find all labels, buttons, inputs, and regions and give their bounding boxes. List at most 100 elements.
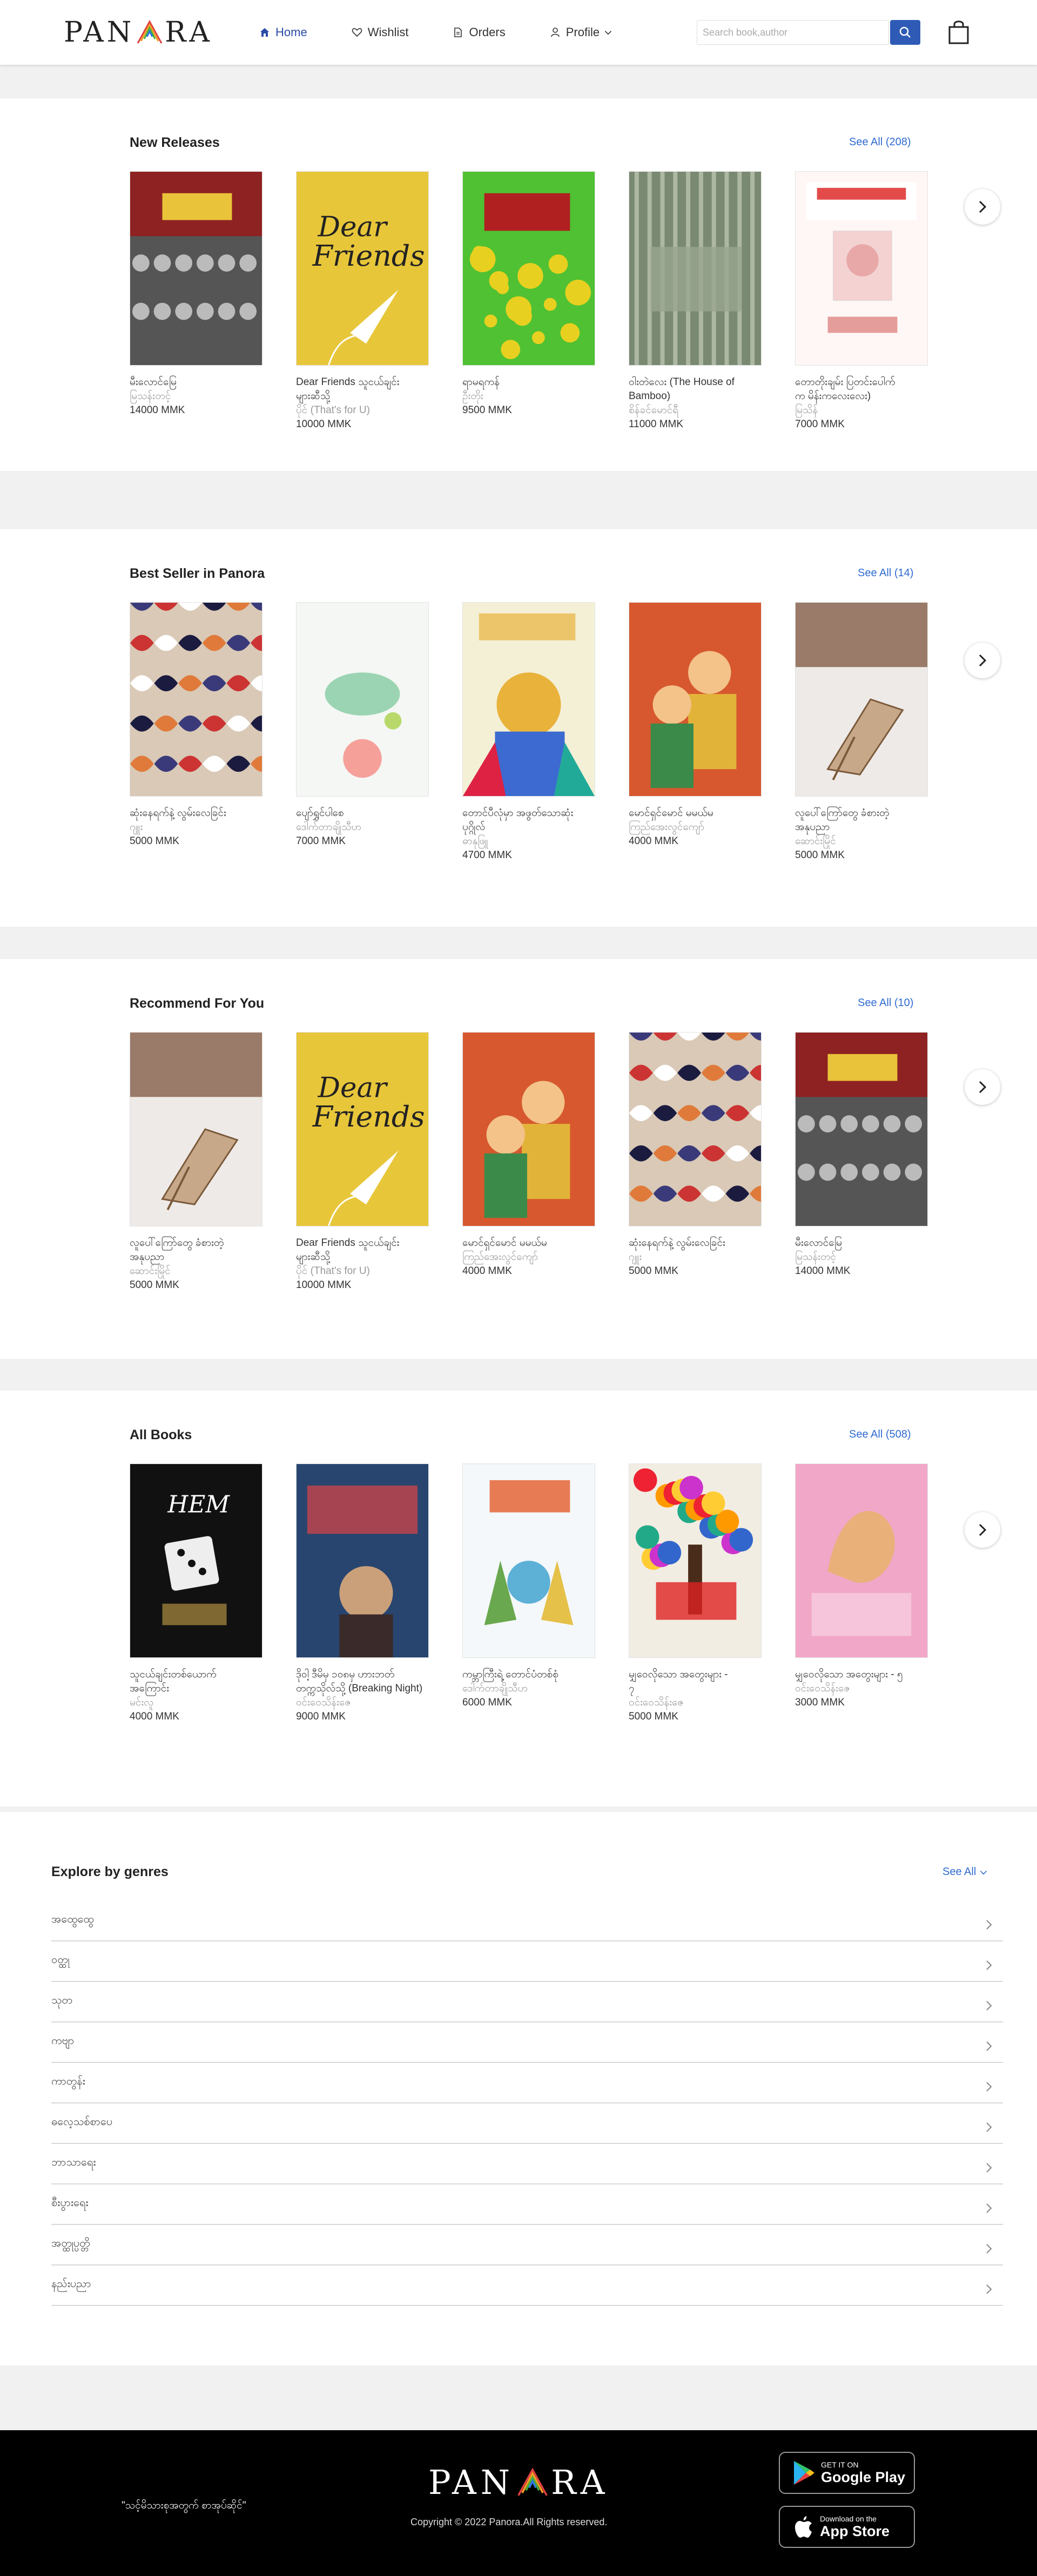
nav-wishlist[interactable]: Wishlist xyxy=(352,23,408,42)
search-input[interactable] xyxy=(697,21,888,44)
book-card[interactable]: မီးလောင်မြေ မြသန်းတင့် 14000 MMK xyxy=(130,171,262,431)
book-card[interactable]: Dear Friends Dear Friends သူငယ်ချင်း များဆ… xyxy=(296,171,429,431)
book-cover-image[interactable] xyxy=(795,1032,928,1226)
carousel-next-button[interactable] xyxy=(965,189,1000,225)
book-section: New Releases See All (208) မီးလောင်မြေ မ… xyxy=(0,98,1037,471)
genre-row[interactable]: ဘာသာရေး xyxy=(51,2144,1003,2184)
genre-row[interactable]: အတ္ထုပ္ပတ္တိ xyxy=(51,2225,1003,2265)
book-card[interactable]: ဆုံးနေရက်နဲ့ လွမ်းလေခြင်း ဂျူး 5000 MMK xyxy=(629,1032,762,1292)
book-title[interactable]: လူပေါ်ကြော်တွေ ခံစားတဲ့ အနုပညာ xyxy=(795,806,928,834)
book-card[interactable]: မျှဝေလိုသော အတွေးများ - ၇ ဝင်းဝေသိန်းဇေ 5… xyxy=(629,1464,762,1724)
nav-profile[interactable]: Profile xyxy=(550,23,612,42)
book-card[interactable]: ဝါးတဲလေး (The House of Bamboo) စိန်ခင်မော… xyxy=(629,171,762,431)
book-price: 10000 MMK xyxy=(296,419,352,430)
genre-row[interactable]: ဝတ္ထု xyxy=(51,1941,1003,1982)
book-card[interactable]: လူပေါ်ကြော်တွေ ခံစားတဲ့ အနုပညာ ဆောင်းမြို… xyxy=(795,602,928,862)
book-card[interactable]: ဒိုဝါ့ ဒီမိမှ ၁၀၈မှ ဟားဘတ် တက္ကသိုလ်သို့ … xyxy=(296,1464,429,1724)
genre-label: ဓလေ့သစ်စာပေ xyxy=(51,2116,113,2128)
see-all-link[interactable]: See All (508) xyxy=(849,1428,911,1441)
book-card[interactable]: မောင်ရှင်မောင် မမယ်မ ကြည်အေးလွင်ကျော် 40… xyxy=(462,1032,595,1292)
book-cover-image[interactable] xyxy=(462,171,595,366)
genre-row[interactable]: ကဗျာ xyxy=(51,2022,1003,2063)
book-cover-image[interactable] xyxy=(130,1032,262,1226)
book-title[interactable]: ဆုံးနေရက်နဲ့ လွမ်းလေခြင်း xyxy=(130,806,262,820)
book-title[interactable]: Dear Friends သူငယ်ချင်း များဆီသို့ xyxy=(296,1236,429,1264)
book-title[interactable]: မျှဝေလိုသော အတွေးများ - ၇ xyxy=(629,1668,762,1696)
book-title[interactable]: ရာမရကန် xyxy=(462,375,595,389)
book-cover-image[interactable] xyxy=(462,1464,595,1658)
book-title[interactable]: ပျော်ရွှင်ပါစေ xyxy=(296,806,429,820)
book-cover-image[interactable] xyxy=(296,1464,429,1658)
book-price: 5000 MMK xyxy=(629,1711,678,1722)
book-card[interactable]: ကမ္ဘာကြီးရဲ့ တောင်ပံတစ်စုံ ဒေါက်တာချိုသီ… xyxy=(462,1464,595,1724)
genre-row[interactable]: အထွေထွေ xyxy=(51,1901,1003,1941)
book-card[interactable]: ဆုံးနေရက်နဲ့ လွမ်းလေခြင်း ဂျူး 5000 MMK xyxy=(130,602,262,862)
book-cover-image[interactable] xyxy=(795,602,928,797)
book-card[interactable]: တောင်ပီလုံမှာ အဖွတ်သောဆုံး ပုဂ္ဂိုလ် ဓာနု… xyxy=(462,602,595,862)
book-card[interactable]: HEM သူငယ်ချင်းတစ်ယောက် အကြောင်း မင်းလူ 40… xyxy=(130,1464,262,1724)
book-title[interactable]: မောင်ရှင်မောင် မမယ်မ xyxy=(462,1236,595,1250)
book-title[interactable]: တောင်ပီလုံမှာ အဖွတ်သောဆုံး ပုဂ္ဂိုလ် xyxy=(462,806,595,834)
book-cover-image[interactable] xyxy=(296,602,429,797)
book-title[interactable]: ဒိုဝါ့ ဒီမိမှ ၁၀၈မှ ဟားဘတ် တက္ကသိုလ်သို့ … xyxy=(296,1668,429,1696)
book-title[interactable]: တောတိုးချမ်း ပြတင်းပေါက်က မိန်းကလေးလေး) xyxy=(795,375,928,403)
book-card[interactable]: ရာမရကန် ဦးတိုး 9500 MMK xyxy=(462,171,595,431)
book-title[interactable]: လူပေါ်ကြော်တွေ ခံစားတဲ့ အနုပညာ xyxy=(130,1236,262,1264)
book-title[interactable]: ဆုံးနေရက်နဲ့ လွမ်းလေခြင်း xyxy=(629,1236,762,1250)
book-cover-image[interactable] xyxy=(130,602,262,797)
book-title[interactable]: မီးလောင်မြေ xyxy=(795,1236,928,1250)
book-cover-image[interactable] xyxy=(462,602,595,797)
chevron-right-icon xyxy=(986,2082,992,2092)
book-title[interactable]: သူငယ်ချင်းတစ်ယောက် အကြောင်း xyxy=(130,1668,262,1696)
panora-logo[interactable]: PAN RA xyxy=(64,16,213,49)
genre-row[interactable]: သုတ xyxy=(51,1982,1003,2022)
book-card[interactable]: တောတိုးချမ်း ပြတင်းပေါက်က မိန်းကလေးလေး) … xyxy=(795,171,928,431)
genre-row[interactable]: ဓလေ့သစ်စာပေ xyxy=(51,2103,1003,2144)
app-store-button[interactable]: Download on the App Store xyxy=(779,2506,915,2548)
book-title[interactable]: မောင်ရှင်မောင် မမယ်မ xyxy=(629,806,762,820)
book-title[interactable]: မီးလောင်မြေ xyxy=(130,375,262,389)
carousel-next-button[interactable] xyxy=(965,1069,1000,1105)
carousel-next-button[interactable] xyxy=(965,1512,1000,1548)
book-title-line1: ကမ္ဘာကြီးရဲ့ တောင်ပံတစ်စုံ xyxy=(462,1669,558,1680)
genres-see-all-link[interactable]: See All xyxy=(942,1866,988,1878)
book-cover-image[interactable] xyxy=(629,1032,762,1226)
see-all-link[interactable]: See All (14) xyxy=(858,567,913,579)
book-cover-image[interactable]: Dear Friends xyxy=(296,1032,429,1226)
book-card[interactable]: မောင်ရှင်မောင် မမယ်မ ကြည်အေးလွင်ကျော် 40… xyxy=(629,602,762,862)
book-cover-image[interactable] xyxy=(629,171,762,366)
nav-home[interactable]: Home xyxy=(259,23,307,42)
book-title[interactable]: ဝါးတဲလေး (The House of Bamboo) xyxy=(629,375,762,403)
book-card[interactable]: လူပေါ်ကြော်တွေ ခံစားတဲ့ အနုပညာ ဆောင်းမြို… xyxy=(130,1032,262,1292)
book-card[interactable]: Dear Friends Dear Friends သူငယ်ချင်း များဆ… xyxy=(296,1032,429,1292)
book-price: 9500 MMK xyxy=(462,404,512,416)
book-cover-image[interactable] xyxy=(629,602,762,797)
book-cover-image[interactable] xyxy=(795,1464,928,1658)
book-cover-image[interactable]: Dear Friends xyxy=(296,171,429,366)
book-title[interactable]: Dear Friends သူငယ်ချင်း များဆီသို့ xyxy=(296,375,429,403)
google-play-button[interactable]: GET IT ON Google Play xyxy=(779,2452,915,2494)
book-price: 14000 MMK xyxy=(795,1265,851,1277)
carousel-next-button[interactable] xyxy=(965,643,1000,678)
book-title-line2: အနုပညာ xyxy=(130,1251,165,1263)
genre-row[interactable]: ကာတွန်း xyxy=(51,2063,1003,2103)
book-card[interactable]: ပျော်ရွှင်ပါစေ ဒေါက်တာချိုသီဟ 7000 MMK xyxy=(296,602,429,862)
search-button[interactable] xyxy=(890,20,920,45)
book-cover-image[interactable] xyxy=(629,1464,762,1658)
book-cover-image[interactable]: HEM xyxy=(130,1464,262,1658)
book-cover-image[interactable] xyxy=(462,1032,595,1226)
see-all-link[interactable]: See All (208) xyxy=(849,136,911,149)
genres-section: Explore by genres See All အထွေထွေ ဝတ္ထု … xyxy=(0,1812,1037,2365)
book-card[interactable]: မျှဝေလိုသော အတွေးများ - ၅ ဝင်းဝေသိန်းဇေ … xyxy=(795,1464,928,1724)
shopping-bag-icon[interactable] xyxy=(948,19,969,44)
search-icon xyxy=(899,26,911,38)
book-title[interactable]: ကမ္ဘာကြီးရဲ့ တောင်ပံတစ်စုံ xyxy=(462,1668,595,1682)
nav-orders[interactable]: Orders xyxy=(453,23,506,42)
genre-row[interactable]: နည်းပညာ xyxy=(51,2265,1003,2306)
book-title[interactable]: မျှဝေလိုသော အတွေးများ - ၅ xyxy=(795,1668,928,1682)
book-cover-image[interactable] xyxy=(130,171,262,366)
see-all-link[interactable]: See All (10) xyxy=(858,997,913,1009)
genre-row[interactable]: စီးပွားရေး xyxy=(51,2184,1003,2225)
book-card[interactable]: မီးလောင်မြေ မြသန်းတင့် 14000 MMK xyxy=(795,1032,928,1292)
book-cover-image[interactable] xyxy=(795,171,928,366)
